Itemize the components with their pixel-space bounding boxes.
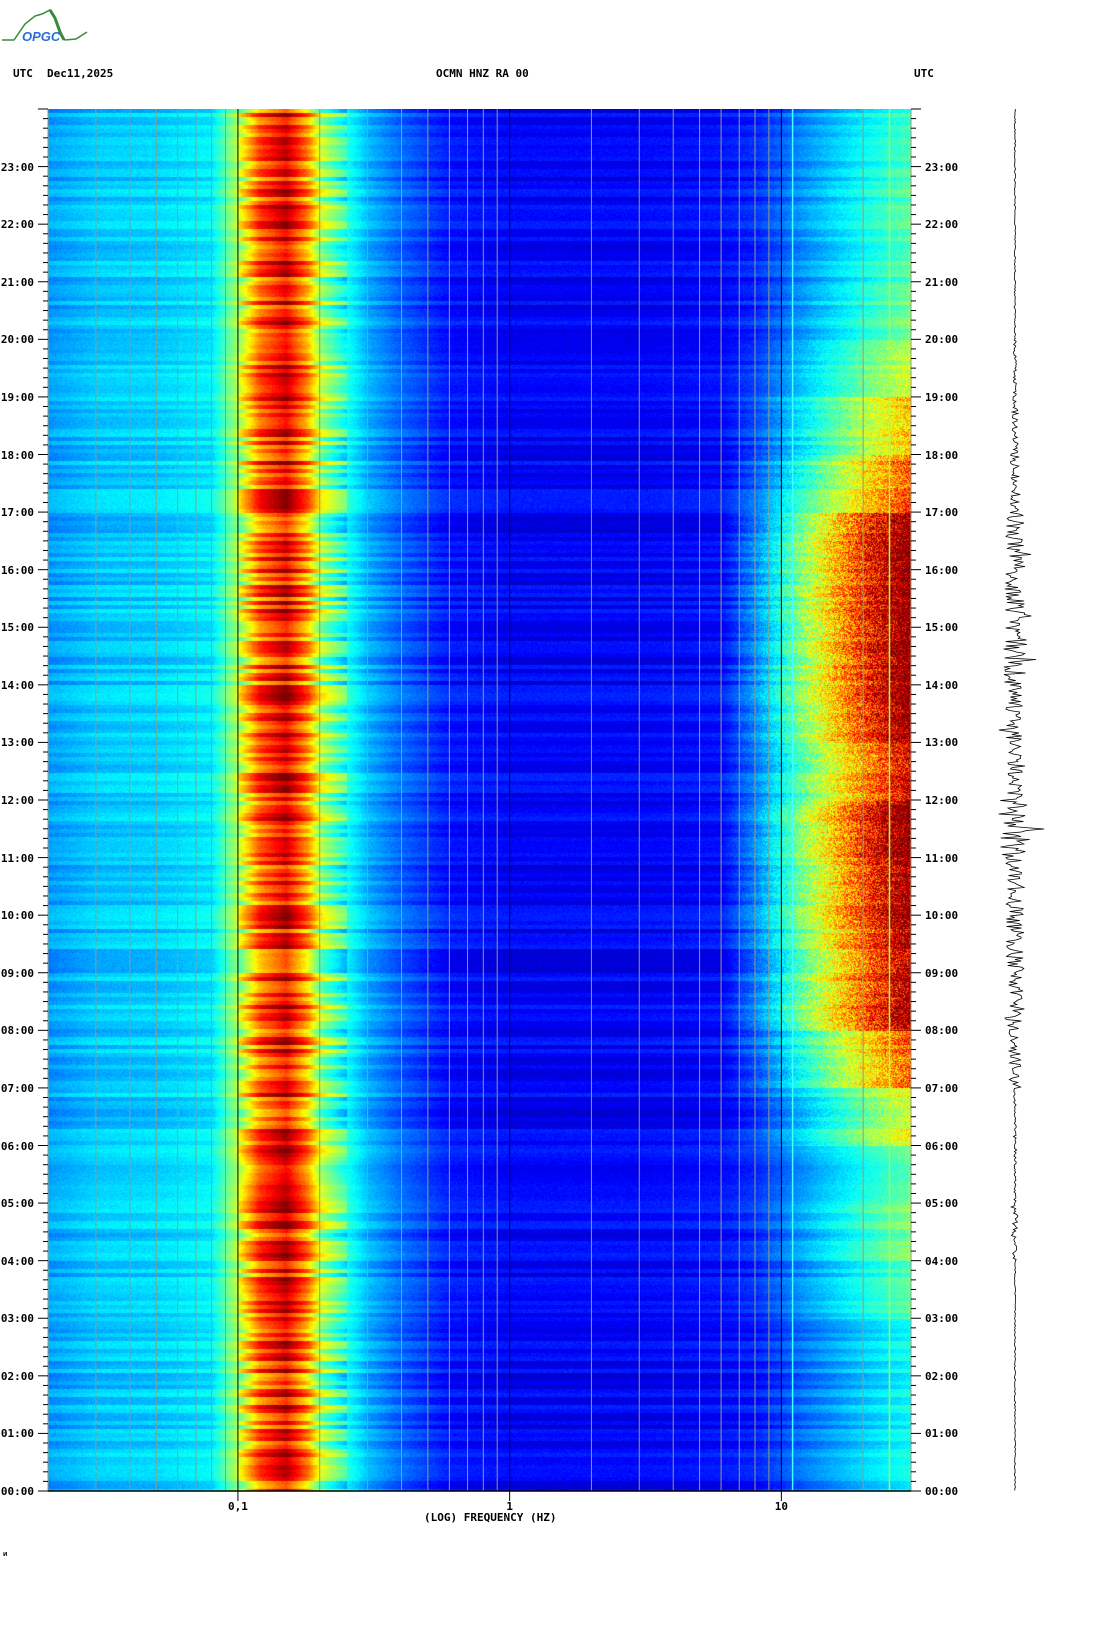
y-tick-label-right: 18:00 — [925, 448, 959, 462]
y-tick-label-left: 20:00 — [0, 333, 34, 347]
y-tick-label-right: 19:00 — [925, 390, 959, 404]
y-tick-label-left: 12:00 — [0, 794, 34, 807]
y-tick-label-right: 00:00 — [925, 1485, 959, 1498]
y-tick-label-left: 16:00 — [0, 563, 34, 577]
y-tick-label-left: 21:00 — [0, 275, 34, 289]
y-tick-label-left: 04:00 — [0, 1254, 34, 1268]
y-tick-label-left: 03:00 — [0, 1312, 34, 1326]
y-tick-label-right: 05:00 — [925, 1197, 959, 1211]
y-tick-label-right: 15:00 — [925, 621, 959, 635]
y-tick-label-left: 10:00 — [0, 909, 34, 923]
y-tick-label-left: 05:00 — [0, 1197, 34, 1211]
y-tick-label-left: 15:00 — [0, 621, 34, 635]
y-tick-label-left: 22:00 — [0, 218, 34, 232]
x-axis-title: (LOG) FREQUENCY (HZ) — [424, 1511, 557, 1524]
y-tick-label-right: 13:00 — [925, 736, 959, 750]
y-tick-label-right: 03:00 — [925, 1312, 959, 1326]
y-tick-label-right: 02:00 — [925, 1369, 959, 1383]
y-tick-label-left: 18:00 — [0, 448, 34, 462]
y-tick-label-left: 09:00 — [0, 966, 34, 980]
y-tick-label-right: 23:00 — [925, 160, 959, 174]
y-tick-label-left: 00:00 — [0, 1485, 34, 1498]
y-tick-label-left: 23:00 — [0, 160, 34, 174]
y-tick-label-right: 01:00 — [925, 1427, 959, 1441]
y-tick-label-right: 17:00 — [925, 506, 959, 520]
footer-mark: ᴎ — [3, 1550, 8, 1558]
y-tick-label-left: 06:00 — [0, 1139, 34, 1153]
y-tick-label-left: 14:00 — [0, 678, 34, 692]
y-tick-label-right: 21:00 — [925, 275, 959, 289]
y-tick-label-right: 22:00 — [925, 218, 959, 232]
y-tick-label-left: 01:00 — [0, 1427, 34, 1441]
y-tick-label-left: 02:00 — [0, 1369, 34, 1383]
y-tick-label-right: 09:00 — [925, 966, 959, 980]
y-tick-label-right: 11:00 — [925, 851, 959, 865]
y-tick-label-right: 08:00 — [925, 1024, 959, 1038]
y-tick-label-left: 17:00 — [0, 506, 34, 520]
y-tick-label-left: 07:00 — [0, 1081, 34, 1095]
y-tick-label-right: 20:00 — [925, 333, 959, 347]
y-tick-label-left: 13:00 — [0, 736, 34, 750]
y-tick-label-right: 10:00 — [925, 909, 959, 923]
seismogram-trace — [998, 108, 1045, 1491]
x-tick-label: 10 — [774, 1500, 788, 1513]
y-tick-label-right: 16:00 — [925, 563, 959, 577]
y-tick-label-right: 06:00 — [925, 1139, 959, 1153]
y-tick-label-right: 04:00 — [925, 1254, 959, 1268]
y-tick-label-left: 08:00 — [0, 1024, 34, 1038]
y-tick-label-right: 12:00 — [925, 794, 959, 807]
chart-axes — [38, 108, 1045, 1501]
y-tick-label-right: 07:00 — [925, 1081, 959, 1095]
x-tick-label: 0,1 — [227, 1500, 248, 1513]
y-tick-label-right: 14:00 — [925, 678, 959, 692]
y-tick-label-left: 19:00 — [0, 390, 34, 404]
y-tick-label-left: 11:00 — [0, 851, 34, 865]
